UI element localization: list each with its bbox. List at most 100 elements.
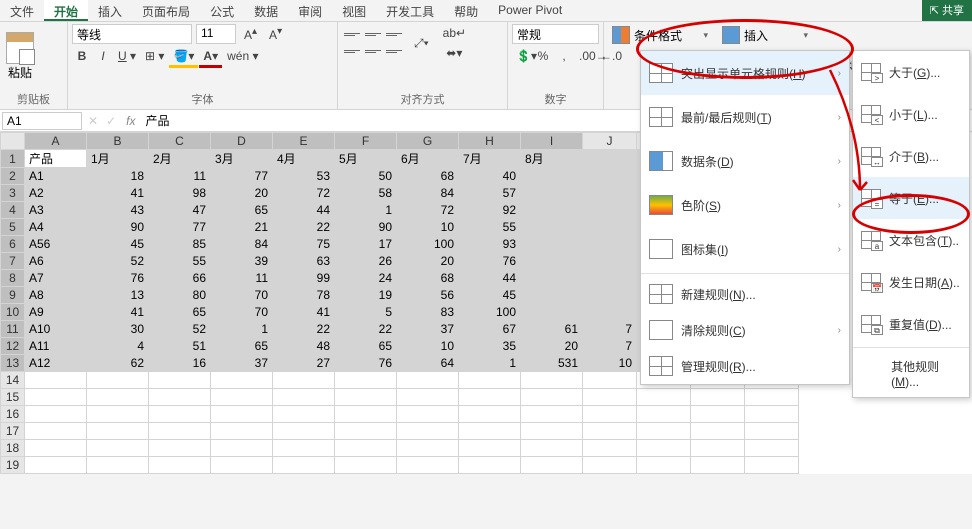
cell[interactable]: A56 (25, 236, 87, 253)
cell[interactable]: 66 (149, 270, 211, 287)
conditional-format-button[interactable]: 条件格式 (608, 24, 710, 46)
cell[interactable]: 22 (273, 321, 335, 338)
cell[interactable]: 92 (459, 202, 521, 219)
greater-than-item[interactable]: >大于(G)... (853, 51, 969, 93)
cell[interactable]: 39 (211, 253, 273, 270)
cell[interactable]: 53 (273, 168, 335, 185)
cell[interactable]: 70 (211, 287, 273, 304)
row-header-7[interactable]: 7 (1, 253, 25, 270)
row-header-10[interactable]: 10 (1, 304, 25, 321)
cell[interactable] (521, 304, 583, 321)
cell[interactable]: A9 (25, 304, 87, 321)
cell[interactable]: 90 (87, 219, 149, 236)
cell[interactable]: 65 (211, 202, 273, 219)
cell[interactable]: 10 (397, 219, 459, 236)
italic-button[interactable]: I (93, 47, 113, 68)
cell[interactable]: 30 (87, 321, 149, 338)
cell[interactable]: A1 (25, 168, 87, 185)
cell[interactable]: 52 (87, 253, 149, 270)
cell[interactable]: 55 (149, 253, 211, 270)
row-header-9[interactable]: 9 (1, 287, 25, 304)
cell[interactable]: 4月 (273, 150, 335, 168)
cell[interactable]: 62 (87, 355, 149, 372)
cell[interactable]: 44 (273, 202, 335, 219)
cell[interactable]: 58 (335, 185, 397, 202)
row-header-17[interactable]: 17 (1, 423, 25, 440)
fx-icon[interactable]: fx (120, 114, 141, 128)
cell[interactable]: 61 (521, 321, 583, 338)
cell[interactable]: 44 (459, 270, 521, 287)
orientation-button[interactable]: ⤢▾ (410, 34, 433, 53)
row-header-16[interactable]: 16 (1, 406, 25, 423)
row-header-3[interactable]: 3 (1, 185, 25, 202)
cell[interactable]: 24 (335, 270, 397, 287)
col-header-H[interactable]: H (459, 133, 521, 150)
tab-4[interactable]: 公式 (200, 0, 244, 21)
cell[interactable]: 2月 (149, 150, 211, 168)
fill-color-button[interactable]: 🪣▾ (169, 47, 198, 68)
cell[interactable]: 76 (459, 253, 521, 270)
col-header-A[interactable]: A (25, 133, 87, 150)
increase-font-button[interactable]: A▴ (240, 24, 261, 44)
cell[interactable]: 84 (211, 236, 273, 253)
cell[interactable]: 51 (149, 338, 211, 355)
cell[interactable]: 65 (211, 338, 273, 355)
paste-button[interactable]: 粘贴 (4, 30, 36, 83)
tab-0[interactable]: 文件 (0, 0, 44, 21)
cell[interactable] (521, 253, 583, 270)
cell[interactable]: 75 (273, 236, 335, 253)
row-header-6[interactable]: 6 (1, 236, 25, 253)
row-header-2[interactable]: 2 (1, 168, 25, 185)
cell[interactable]: 76 (87, 270, 149, 287)
row-header-14[interactable]: 14 (1, 372, 25, 389)
cell[interactable] (521, 236, 583, 253)
new-rule-item[interactable]: 新建规则(N)... (641, 276, 849, 312)
currency-button[interactable]: 💲▾ (512, 47, 532, 65)
font-size-select[interactable]: 11 (196, 24, 236, 44)
cell[interactable]: A6 (25, 253, 87, 270)
cell[interactable]: A2 (25, 185, 87, 202)
cell[interactable]: 41 (87, 304, 149, 321)
cell[interactable]: 68 (397, 270, 459, 287)
tab-9[interactable]: 帮助 (444, 0, 488, 21)
insert-cells-button[interactable]: 插入 (718, 24, 810, 46)
cell[interactable]: 22 (335, 321, 397, 338)
wrap-text-button[interactable]: ab↵ (439, 24, 470, 42)
cell[interactable]: 90 (335, 219, 397, 236)
share-button[interactable]: ⇱ 共享 (922, 0, 972, 21)
cell[interactable]: 100 (459, 304, 521, 321)
tab-7[interactable]: 视图 (332, 0, 376, 21)
cell[interactable]: 40 (459, 168, 521, 185)
comma-button[interactable]: , (554, 47, 574, 65)
cell[interactable]: 19 (335, 287, 397, 304)
align-right-button[interactable] (384, 44, 404, 60)
align-top-button[interactable] (342, 27, 362, 43)
cell[interactable]: 83 (397, 304, 459, 321)
cell[interactable]: 18 (87, 168, 149, 185)
phonetic-button[interactable]: wén ▾ (223, 47, 262, 68)
equal-to-item[interactable]: =等于(E)... (853, 177, 969, 219)
cell[interactable]: 5 (335, 304, 397, 321)
border-button[interactable]: ⊞ ▾ (141, 47, 168, 68)
col-header-F[interactable]: F (335, 133, 397, 150)
row-header-1[interactable]: 1 (1, 150, 25, 168)
cell[interactable]: 17 (335, 236, 397, 253)
row-header-19[interactable]: 19 (1, 457, 25, 474)
cell[interactable]: A4 (25, 219, 87, 236)
cell[interactable]: 80 (149, 287, 211, 304)
more-rules-item[interactable]: 其他规则(M)... (853, 350, 969, 397)
cell[interactable]: 37 (211, 355, 273, 372)
cell[interactable]: 45 (87, 236, 149, 253)
tab-5[interactable]: 数据 (244, 0, 288, 21)
cell[interactable]: 72 (273, 185, 335, 202)
cell[interactable]: 1 (459, 355, 521, 372)
cell[interactable]: 13 (87, 287, 149, 304)
confirm-formula-button[interactable]: ✓ (102, 114, 120, 128)
cell[interactable]: 77 (211, 168, 273, 185)
align-bottom-button[interactable] (384, 27, 404, 43)
cell[interactable]: 产品 (25, 150, 87, 168)
top-bottom-rules-item[interactable]: 最前/最后规则(T)› (641, 95, 849, 139)
cell[interactable] (521, 270, 583, 287)
cell[interactable]: 1 (335, 202, 397, 219)
row-header-13[interactable]: 13 (1, 355, 25, 372)
